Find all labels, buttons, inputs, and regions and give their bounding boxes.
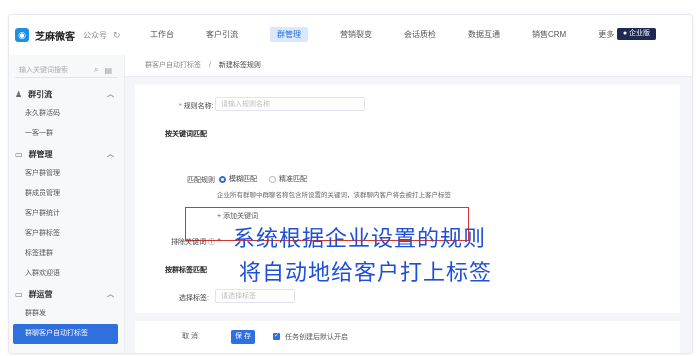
- add-keyword-button[interactable]: + 添加关键词: [217, 211, 258, 221]
- breadcrumb-separator: /: [208, 62, 211, 69]
- sidebar: 输入关键词搜索 ⌕ ▤ ♟ 群引流 ︿ 永久群活码 一客一群 ▭ 群管理 ︿ 客…: [9, 55, 125, 353]
- sidebar-item-group-broadcast[interactable]: 群群发: [9, 304, 124, 324]
- top-navigation-bar: ◉ 芝麻微客 公众号 ↻ 工作台 客户引流 群管理 营销裂变 会话质检 数据互通…: [9, 15, 692, 56]
- rule-name-input[interactable]: 请输入规则名称: [215, 97, 365, 111]
- main-content: 群客户自动打标签 / 新建标签规则 * 规则名称: 请输入规则名称 按关键词匹配…: [125, 55, 692, 353]
- exclude-keyword-label: 排除关键词 ⓘ: [171, 239, 215, 246]
- people-icon: ♟: [15, 89, 23, 99]
- match-hint-text: 企业所有群聊中群聊名称包含所设置的关键词，该群聊内客户将会被打上客户标签: [217, 192, 451, 199]
- sidebar-item-permanent-qrcode[interactable]: 永久群活码: [9, 104, 124, 124]
- overlay-caption-line1: 系统根据企业设置的规则: [233, 227, 487, 252]
- cancel-button[interactable]: 取 消: [175, 330, 205, 344]
- nav-marketing[interactable]: 营销裂变: [324, 15, 388, 55]
- save-button[interactable]: 保 存: [231, 330, 255, 344]
- main-nav: 工作台 客户引流 群管理 营销裂变 会话质检 数据互通 销售CRM 更多 ⌄: [134, 15, 639, 55]
- breadcrumb: 群客户自动打标签 / 新建标签规则: [125, 55, 692, 77]
- nav-group-management[interactable]: 群管理: [254, 15, 324, 55]
- radio-selected[interactable]: [219, 175, 226, 183]
- select-tag-label: 选择标签:: [179, 295, 209, 302]
- sidebar-item-group-tags[interactable]: 客户群标签: [9, 224, 124, 244]
- collapse-icon[interactable]: ▤: [104, 66, 112, 75]
- chat-icon: ▭: [15, 149, 23, 159]
- sidebar-item-one-customer-one-group[interactable]: 一客一群: [9, 124, 124, 144]
- app-name: 芝麻微客: [35, 31, 75, 43]
- nav-customer-acquisition[interactable]: 客户引流: [190, 15, 254, 55]
- chevron-up-icon: ︿: [107, 151, 114, 158]
- sidebar-item-welcome-message[interactable]: 入群欢迎语: [9, 264, 124, 284]
- exclude-add-button[interactable]: +: [217, 237, 221, 244]
- sidebar-item-auto-tagging[interactable]: 群聊客户自动打标签: [13, 324, 118, 344]
- breadcrumb-current: 新建标签规则: [218, 62, 261, 69]
- nav-data-sync[interactable]: 数据互通: [452, 15, 516, 55]
- search-icon[interactable]: ⌕: [94, 65, 98, 75]
- nav-workbench[interactable]: 工作台: [134, 15, 190, 55]
- account-type[interactable]: 公众号: [83, 30, 107, 41]
- chevron-up-icon: ︿: [107, 291, 114, 298]
- brand-area: ◉ 芝麻微客 公众号 ↻: [9, 28, 134, 43]
- sidebar-item-member-management[interactable]: 群成员管理: [9, 184, 124, 204]
- fuzzy-match-radio[interactable]: 模糊匹配: [219, 174, 257, 184]
- overlay-caption-line2: 将自动地给客户打上标签: [239, 261, 493, 286]
- nav-sales-crm[interactable]: 销售CRM: [516, 15, 582, 55]
- nav-session-inspection[interactable]: 会话质检: [388, 15, 452, 55]
- app-window: ◉ 芝麻微客 公众号 ↻ 工作台 客户引流 群管理 营销裂变 会话质检 数据互通…: [8, 14, 693, 354]
- chevron-up-icon: ︿: [107, 91, 114, 98]
- section-keyword-match: 按关键词匹配: [165, 131, 207, 138]
- select-tag-input[interactable]: 请选择标签: [215, 289, 295, 303]
- sidebar-group-management[interactable]: ▭ 群管理 ︿: [9, 144, 124, 164]
- exact-match-radio[interactable]: 精准匹配: [269, 174, 307, 184]
- rule-name-label: * 规则名称:: [179, 103, 214, 110]
- sidebar-search[interactable]: 输入关键词搜索 ⌕ ▤: [15, 63, 118, 78]
- enterprise-button[interactable]: ● 企业版: [616, 28, 656, 40]
- search-input[interactable]: 输入关键词搜索: [15, 65, 94, 75]
- radio-unselected[interactable]: [269, 175, 276, 183]
- sidebar-group-operations[interactable]: ▭ 群运营 ︿: [9, 284, 124, 304]
- breadcrumb-parent[interactable]: 群客户自动打标签: [145, 62, 201, 69]
- match-rule-label: 匹配规则: [187, 177, 215, 184]
- sidebar-item-tag-group-creation[interactable]: 标签建群: [9, 244, 124, 264]
- sidebar-item-customer-group-management[interactable]: 客户群管理: [9, 164, 124, 184]
- chat-bubble-icon: ◉: [15, 28, 29, 42]
- form-footer: 取 消 保 存 ✓ 任务创建后默认开启: [135, 321, 680, 353]
- sidebar-item-group-statistics[interactable]: 客户群统计: [9, 204, 124, 224]
- chat-icon: ▭: [15, 289, 23, 299]
- refresh-icon[interactable]: ↻: [113, 30, 121, 41]
- section-tag-match: 按群标签匹配: [165, 267, 207, 274]
- default-enable-label: 任务创建后默认开启: [285, 334, 348, 341]
- default-enable-checkbox[interactable]: ✓: [273, 333, 280, 340]
- sidebar-group-acquisition[interactable]: ♟ 群引流 ︿: [9, 84, 124, 104]
